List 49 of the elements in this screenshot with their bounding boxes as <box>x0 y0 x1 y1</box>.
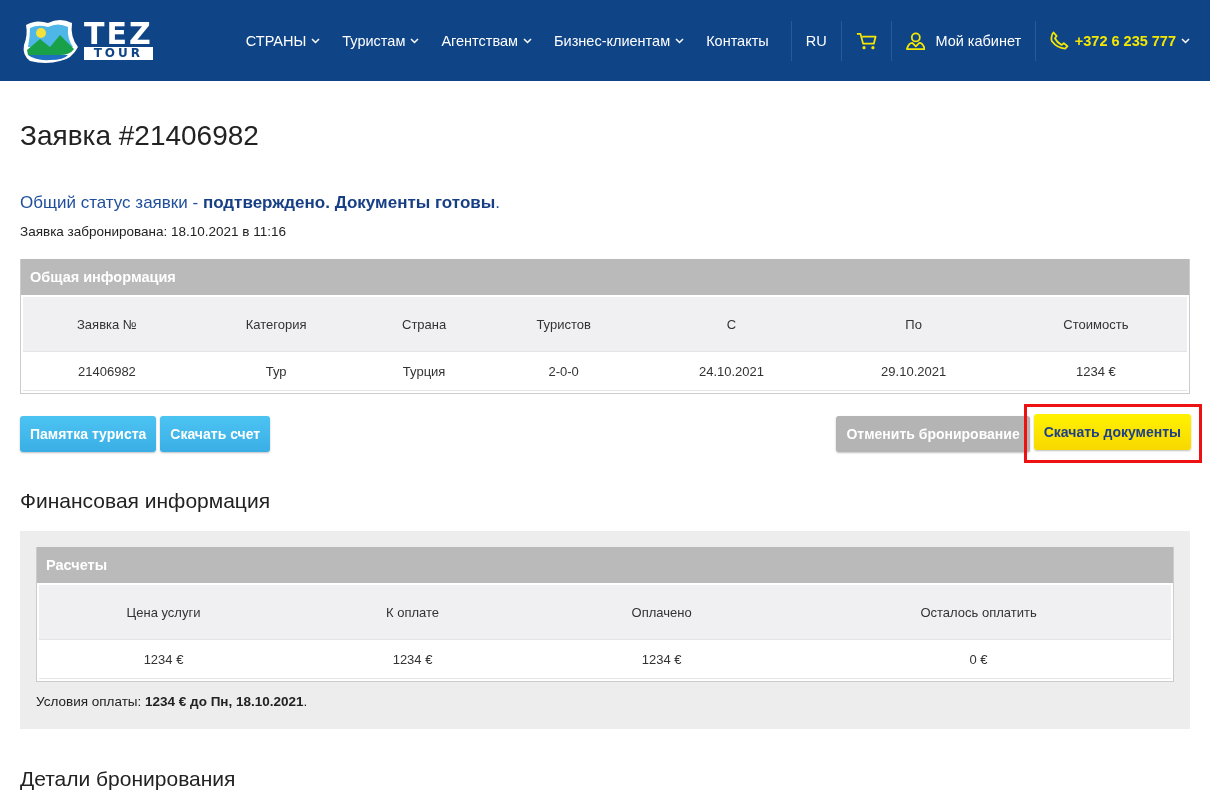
booking-date: Заявка забронирована: 18.10.2021 в 11:16 <box>20 224 288 239</box>
logo-subtitle: TOUR <box>84 47 153 60</box>
nav-link[interactable]: СТРАНЫ <box>245 32 321 49</box>
section-heading: Детали бронирования <box>20 767 237 791</box>
table-cell: 24.10.2021 <box>640 352 823 391</box>
download-button[interactable]: Скачать документы <box>1033 414 1191 450</box>
column-header: Стоимость <box>1004 297 1187 352</box>
column-header: Заявка № <box>23 297 191 352</box>
logo-wordmark: TEZ <box>84 21 153 47</box>
table-cell: Турция <box>361 352 487 391</box>
chevron-down-icon <box>675 37 685 44</box>
account-link[interactable]: Мой кабинет <box>935 32 1022 49</box>
panel-title: Общая информация <box>21 259 1189 295</box>
nav-link[interactable]: Агентствам <box>441 32 533 49</box>
column-header: Категория <box>190 297 362 352</box>
table-cell: Тур <box>190 352 362 391</box>
nav-link[interactable]: Туристам <box>342 32 420 49</box>
table-cell: 1234 € <box>39 640 289 679</box>
column-header: С <box>640 297 823 352</box>
section-heading: Финансовая информация <box>20 489 271 513</box>
nav-link[interactable]: Контакты <box>706 32 769 49</box>
table-cell: 0 € <box>786 640 1171 679</box>
table-cell: 1234 € <box>288 640 538 679</box>
status-text: Общий статус заявки - подтверждено. Документы готовы. <box>20 193 501 213</box>
column-header: Цена услуги <box>39 585 289 640</box>
panel-title: Расчеты <box>37 547 1173 583</box>
table-cell: 1234 € <box>537 640 787 679</box>
chevron-down-icon <box>410 37 420 44</box>
table-cell: 21406982 <box>23 352 191 391</box>
nav-link[interactable]: Бизнес-клиентам <box>554 32 685 49</box>
chevron-down-icon <box>523 37 533 44</box>
column-header: Страна <box>361 297 487 352</box>
column-header: Туристов <box>486 297 641 352</box>
chevron-down-icon <box>1181 37 1190 44</box>
column-header: По <box>822 297 1005 352</box>
column-header: Осталось оплатить <box>786 585 1171 640</box>
column-header: К оплате <box>288 585 538 640</box>
page-title: Заявка #21406982 <box>20 119 260 153</box>
column-header: Оплачено <box>537 585 787 640</box>
table-cell: 1234 € <box>1004 352 1187 391</box>
language-link[interactable]: RU <box>805 32 827 49</box>
table-cell: 29.10.2021 <box>822 352 1005 391</box>
cart-icon[interactable] <box>855 30 877 51</box>
payment-terms: Условия оплаты: 1234 € до Пн, 18.10.2021. <box>36 694 309 709</box>
phone-link[interactable]: +372 6 235 777 <box>1074 32 1190 49</box>
user-icon[interactable] <box>905 30 926 51</box>
chevron-down-icon <box>311 37 321 44</box>
phone-icon <box>1050 30 1069 51</box>
table-cell: 2-0-0 <box>486 352 641 391</box>
